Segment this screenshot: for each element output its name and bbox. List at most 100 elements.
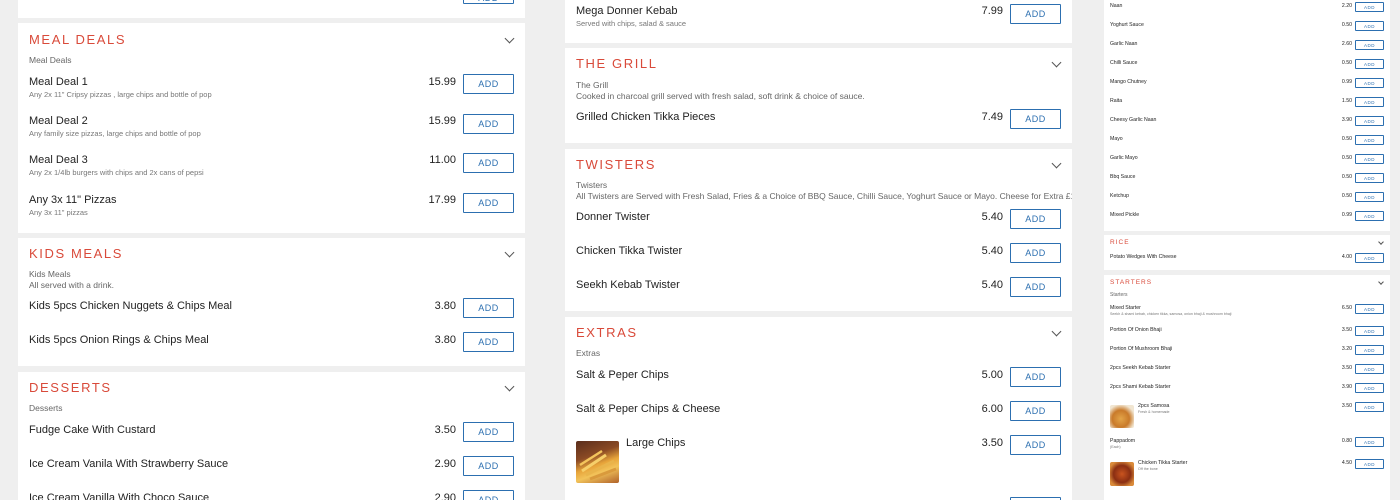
add-button[interactable]: ADD: [1010, 367, 1061, 387]
add-button[interactable]: ADD: [1355, 402, 1384, 412]
add-button[interactable]: ADD: [1355, 383, 1384, 393]
chevron-down-icon[interactable]: [1378, 239, 1384, 245]
item-name: Portion Of Onion Bhaji: [1110, 327, 1162, 333]
section-title[interactable]: The Grill: [576, 56, 658, 71]
add-button[interactable]: ADD: [463, 74, 514, 94]
item-name: 2pcs Seekh Kebab Starter: [1110, 365, 1171, 371]
section-title[interactable]: Meal Deals: [29, 32, 126, 47]
add-button[interactable]: ADD: [1010, 277, 1061, 297]
menu-column-middle: Mega Donner Kebab Served with chips, sal…: [565, 0, 1072, 500]
item-name: Raita: [1110, 98, 1123, 104]
item-price: 3.50: [434, 424, 456, 436]
add-button[interactable]: ADD: [1355, 21, 1384, 31]
section-sides: Naan 2.20 ADD Yoghurt Sauce 0.50 ADD Garlic Na…: [1104, 0, 1390, 231]
item-name: Kids 5pcs Onion Rings & Chips Meal: [29, 334, 209, 346]
add-button[interactable]: ADD: [463, 298, 514, 318]
chevron-down-icon[interactable]: [504, 381, 515, 392]
section-rice: Rice Potato Wedges With Cheese 4.00 ADD: [1104, 235, 1390, 270]
section-kebabs-continued: Mega Donner Kebab Served with chips, sal…: [565, 0, 1072, 43]
item-price: 3.80: [434, 334, 456, 346]
chevron-down-icon[interactable]: [1051, 57, 1062, 68]
add-button[interactable]: ADD: [1010, 435, 1061, 455]
add-button[interactable]: ADD: [463, 0, 514, 4]
add-button[interactable]: ADD: [1355, 59, 1384, 69]
chevron-down-icon[interactable]: [1051, 158, 1062, 169]
chevron-down-icon[interactable]: [1378, 279, 1384, 285]
menu-column-right: Naan 2.20 ADD Yoghurt Sauce 0.50 ADD Garlic Na…: [1104, 0, 1390, 500]
section-title[interactable]: Extras: [576, 325, 638, 340]
item-price: 17.99: [428, 194, 456, 206]
add-button[interactable]: ADD: [463, 153, 514, 173]
item-name: Ketchup: [1110, 193, 1130, 199]
item-price: 6.00: [981, 403, 1003, 415]
add-button[interactable]: ADD: [1355, 116, 1384, 126]
add-button[interactable]: ADD: [1355, 97, 1384, 107]
add-button[interactable]: ADD: [1355, 40, 1384, 50]
item-name: Grilled Chicken Tikka Pieces: [576, 111, 716, 123]
add-button[interactable]: ADD: [1355, 326, 1384, 336]
item-price: 3.50: [981, 437, 1003, 449]
item-name: Yoghurt Sauce: [1110, 22, 1144, 28]
item-name: Meal Deal 2: [29, 115, 88, 127]
add-button[interactable]: ADD: [1355, 211, 1384, 221]
chevron-down-icon[interactable]: [1051, 326, 1062, 337]
item-price: 3.50: [1341, 327, 1352, 333]
section-subtitle: Kids Meals: [29, 269, 71, 279]
section-desc: Cooked in charcoal grill served with fre…: [576, 91, 865, 101]
add-button[interactable]: ADD: [1010, 401, 1061, 421]
large-chips-image[interactable]: [576, 441, 619, 483]
add-button[interactable]: ADD: [1355, 173, 1384, 183]
add-button[interactable]: ADD: [1355, 364, 1384, 374]
add-button[interactable]: ADD: [1355, 192, 1384, 202]
item-price: 3.20: [1341, 346, 1352, 352]
section-title[interactable]: Desserts: [29, 380, 112, 395]
add-button[interactable]: ADD: [463, 422, 514, 442]
item-name: Garlic Naan: [1110, 41, 1138, 47]
section-desc: All Twisters are Served with Fresh Salad…: [576, 191, 1072, 201]
add-button[interactable]: ADD: [1355, 459, 1384, 469]
chevron-down-icon[interactable]: [504, 33, 515, 44]
item-price: 6.50: [1341, 305, 1352, 311]
add-button[interactable]: ADD: [1355, 135, 1384, 145]
item-name: Chicken Tikka Starter: [1138, 460, 1188, 466]
item-name: 2pcs Shami Kebab Starter: [1110, 384, 1171, 390]
section-title[interactable]: Starters: [1110, 279, 1152, 286]
add-button[interactable]: ADD: [463, 332, 514, 352]
item-name: Meal Deal 1: [29, 76, 88, 88]
chevron-down-icon[interactable]: [504, 247, 515, 258]
item-desc: Any family size pizzas, large chips and …: [29, 129, 201, 138]
item-name: Mayo: [1110, 136, 1123, 142]
item-name: Donner Twister: [576, 211, 650, 223]
add-button[interactable]: ADD: [1355, 2, 1384, 12]
item-price: 5.00: [981, 369, 1003, 381]
add-button[interactable]: ADD: [463, 114, 514, 134]
item-price: 0.99: [1341, 212, 1352, 218]
item-price: 0.50: [1341, 155, 1352, 161]
chicken-tikka-image[interactable]: [1110, 462, 1134, 486]
add-button[interactable]: ADD: [463, 490, 514, 500]
item-desc: Served with chips, salad & sauce: [576, 19, 687, 28]
add-button[interactable]: ADD: [1355, 345, 1384, 355]
add-button[interactable]: ADD: [1010, 109, 1061, 129]
section-starters: Starters Starters Mixed Starter Seekh & …: [1104, 275, 1390, 500]
item-desc: (Each): [1110, 445, 1121, 449]
section-subtitle: Desserts: [29, 403, 63, 413]
section-subtitle: The Grill: [576, 80, 609, 90]
add-button[interactable]: ADD: [1355, 437, 1384, 447]
add-button[interactable]: ADD: [463, 456, 514, 476]
add-button[interactable]: ADD: [1355, 304, 1384, 314]
section-desserts: Desserts Desserts Fudge Cake With Custar…: [18, 372, 525, 500]
section-title[interactable]: Kids Meals: [29, 246, 123, 261]
samosa-image[interactable]: [1110, 405, 1134, 428]
add-button[interactable]: ADD: [1355, 78, 1384, 88]
add-button[interactable]: ADD: [1010, 209, 1061, 229]
add-button[interactable]: ADD: [1010, 243, 1061, 263]
section-the-grill: The Grill The Grill Cooked in charcoal g…: [565, 48, 1072, 143]
section-title[interactable]: Twisters: [576, 157, 656, 172]
item-price: 5.40: [981, 279, 1003, 291]
section-title[interactable]: Rice: [1110, 239, 1130, 246]
add-button[interactable]: ADD: [1355, 253, 1384, 263]
add-button[interactable]: ADD: [1010, 4, 1061, 24]
add-button[interactable]: ADD: [1355, 154, 1384, 164]
add-button[interactable]: ADD: [463, 193, 514, 213]
